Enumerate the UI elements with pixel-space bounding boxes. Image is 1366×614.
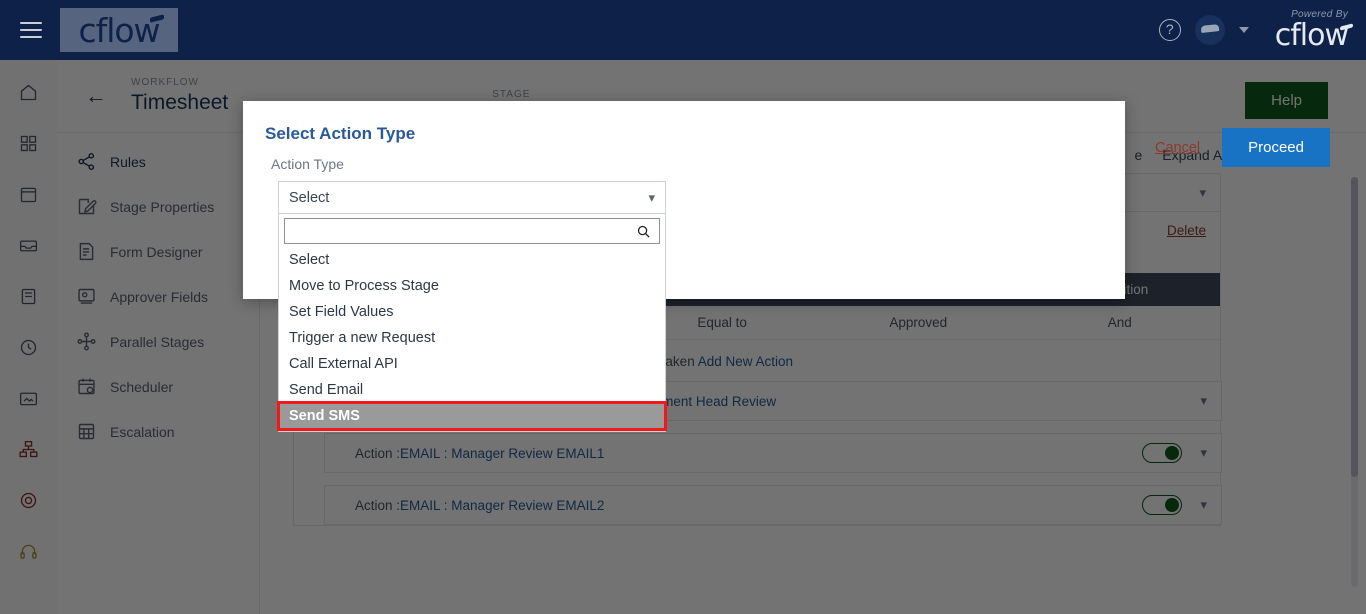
top-navigation-bar: cflow ? Powered By cflow	[0, 0, 1366, 60]
dropdown-option-select[interactable]: Select	[279, 247, 665, 273]
dropdown-option-move-to-process-stage[interactable]: Move to Process Stage	[279, 273, 665, 299]
dropdown-search-wrap	[279, 214, 665, 247]
action-type-dropdown: Select Move to Process Stage Set Field V…	[277, 214, 667, 432]
question-mark-icon[interactable]: ?	[1158, 19, 1181, 41]
dropdown-option-set-field-values[interactable]: Set Field Values	[279, 299, 665, 325]
dropdown-option-list: Select Move to Process Stage Set Field V…	[277, 247, 667, 431]
action-type-select[interactable]: Select ▾	[278, 181, 666, 214]
app-root: cflow ? Powered By cflow Select Action T…	[0, 0, 1366, 614]
brand-logo-text: cflow	[78, 10, 160, 50]
dropdown-option-call-external-api[interactable]: Call External API	[279, 351, 665, 377]
chevron-down-icon[interactable]	[1238, 27, 1249, 33]
search-input[interactable]	[293, 223, 636, 239]
brand-logo[interactable]: cflow	[60, 8, 178, 52]
powered-by-logo: cflow	[1274, 17, 1349, 53]
dropdown-option-trigger-a-new-request[interactable]: Trigger a new Request	[279, 325, 665, 351]
hamburger-icon[interactable]	[20, 22, 42, 38]
dropdown-option-send-sms[interactable]: Send SMS	[277, 401, 667, 431]
action-type-label: Action Type	[271, 156, 344, 172]
cancel-button[interactable]: Cancel	[1155, 140, 1200, 156]
powered-by-block: Powered By cflow	[1274, 9, 1349, 53]
topbar-right-group: ? Powered By cflow	[1158, 0, 1366, 60]
user-avatar[interactable]	[1194, 15, 1225, 45]
modal-title: Select Action Type	[265, 124, 416, 143]
dropdown-option-send-email[interactable]: Send Email	[279, 377, 665, 403]
chevron-down-icon[interactable]: ▾	[648, 190, 655, 206]
modal-actions: Cancel Proceed	[1155, 128, 1330, 167]
proceed-button[interactable]: Proceed	[1222, 128, 1330, 167]
action-type-select-value: Select	[289, 189, 330, 206]
search-icon	[637, 225, 650, 238]
dropdown-search[interactable]	[284, 218, 660, 244]
